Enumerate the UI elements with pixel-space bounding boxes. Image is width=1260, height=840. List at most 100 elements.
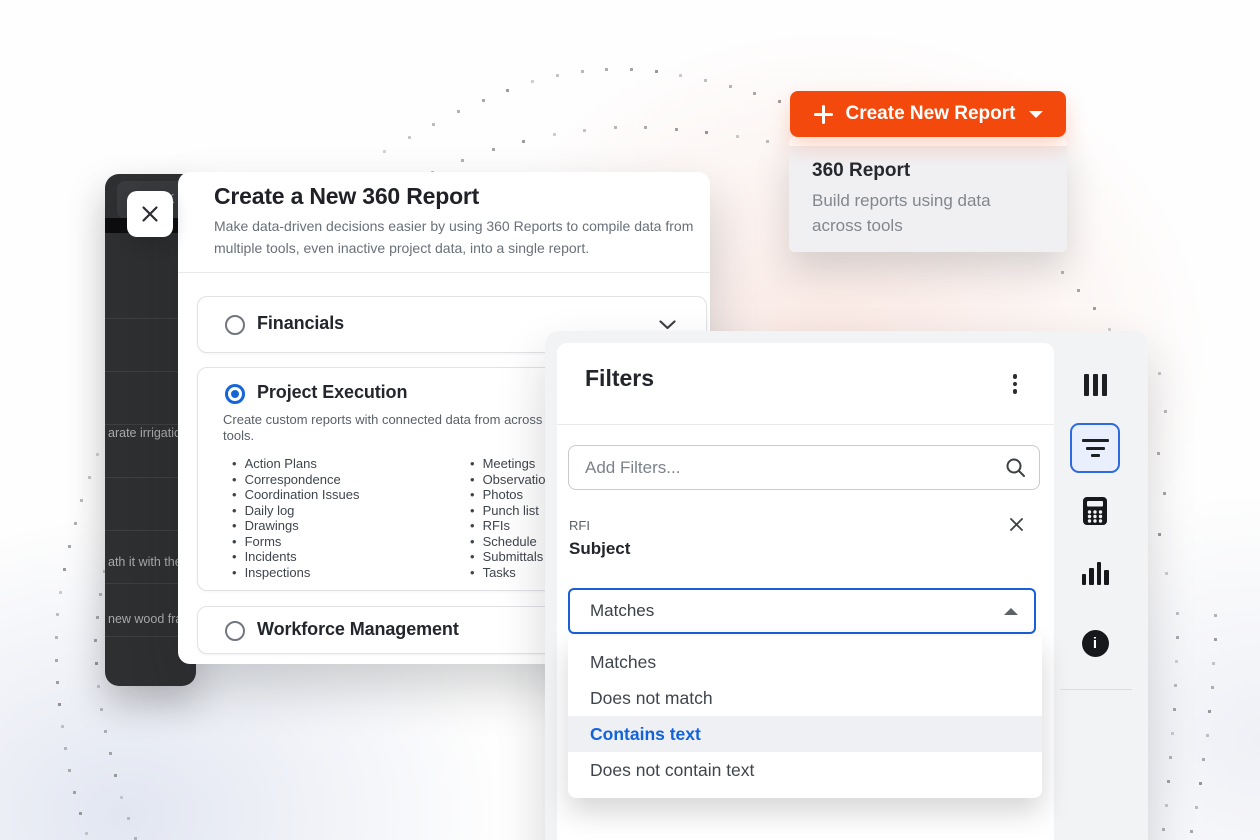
dot xyxy=(1214,614,1217,617)
dot xyxy=(736,135,739,138)
workforce-label: Workforce Management xyxy=(257,619,459,640)
menu-item-description: Build reports using data across tools xyxy=(812,188,1037,238)
dot xyxy=(705,131,708,134)
create-new-report-label: Create New Report xyxy=(846,103,1016,125)
dot xyxy=(120,796,123,799)
modal-title: Create a New 360 Report xyxy=(214,183,479,210)
create-new-report-button[interactable]: Create New Report xyxy=(790,91,1066,137)
list-item: Action Plans xyxy=(232,457,359,470)
dot xyxy=(59,591,62,594)
dot xyxy=(109,752,112,755)
close-icon xyxy=(141,205,159,223)
operator-option-does-not-match[interactable]: Does not match xyxy=(568,680,1042,716)
dot xyxy=(583,129,586,132)
remove-filter-icon[interactable] xyxy=(1007,515,1026,537)
filter-icon[interactable] xyxy=(1071,424,1119,472)
dot xyxy=(457,110,460,113)
dot xyxy=(56,681,59,684)
bar-chart-icon[interactable] xyxy=(1071,549,1119,597)
dot xyxy=(1061,271,1064,274)
dot xyxy=(55,636,58,639)
dot xyxy=(1199,782,1202,785)
dot xyxy=(506,89,509,92)
dot xyxy=(605,68,608,71)
search-icon[interactable] xyxy=(1005,457,1027,479)
strip-divider xyxy=(1060,689,1132,690)
operator-select[interactable]: Matches xyxy=(568,588,1036,634)
dot xyxy=(1077,289,1080,292)
kebab-menu-icon[interactable] xyxy=(1005,368,1025,400)
operator-selected-value: Matches xyxy=(590,601,654,621)
operator-dropdown-menu: Matches Does not match Contains text Doe… xyxy=(568,636,1042,798)
dot xyxy=(1190,830,1193,833)
dot xyxy=(655,70,658,73)
operator-option-contains-text[interactable]: Contains text xyxy=(568,716,1042,752)
calculator-icon[interactable] xyxy=(1071,487,1119,535)
dot xyxy=(58,703,61,706)
operator-option-matches[interactable]: Matches xyxy=(568,644,1042,680)
dot xyxy=(88,476,91,479)
dot xyxy=(1211,686,1214,689)
chevron-down-icon[interactable] xyxy=(659,320,676,330)
dot xyxy=(1158,533,1161,536)
dot xyxy=(1206,734,1209,737)
list-item: Inspections xyxy=(232,566,359,579)
dot xyxy=(1158,372,1161,375)
project-execution-radio[interactable] xyxy=(225,384,245,404)
dot xyxy=(1163,492,1166,495)
dot xyxy=(778,100,781,103)
add-filters-input[interactable] xyxy=(568,445,1040,490)
filters-card: Filters RFI Subject Matches Matches Does… xyxy=(557,343,1054,840)
dot xyxy=(1169,756,1172,759)
caret-up-icon xyxy=(1004,608,1018,615)
dot xyxy=(1214,638,1217,641)
dot xyxy=(1212,662,1215,665)
dot xyxy=(56,613,59,616)
dot xyxy=(100,708,103,711)
financials-radio[interactable] xyxy=(225,315,245,335)
dot xyxy=(704,79,707,82)
dot xyxy=(675,128,678,131)
dot xyxy=(95,662,98,665)
caret-down-icon xyxy=(1029,111,1043,118)
dot xyxy=(73,791,76,794)
menu-item-title: 360 Report xyxy=(812,160,1067,182)
filters-title: Filters xyxy=(585,365,654,392)
filter-field-label: Subject xyxy=(569,539,630,559)
dot xyxy=(383,150,386,153)
modal-header-divider xyxy=(178,272,710,273)
dot xyxy=(1173,708,1176,711)
dot xyxy=(104,730,107,733)
filters-header-divider xyxy=(557,424,1054,425)
modal-description: Make data-driven decisions easier by usi… xyxy=(214,216,696,259)
dot xyxy=(1195,806,1198,809)
dot xyxy=(581,70,584,73)
dot xyxy=(127,817,130,820)
dot xyxy=(614,126,617,129)
operator-option-does-not-contain-text[interactable]: Does not contain text xyxy=(568,752,1042,788)
create-report-menu: 360 Report Build reports using data acro… xyxy=(789,137,1067,252)
modal-close-button[interactable] xyxy=(127,191,173,237)
dot xyxy=(1176,636,1179,639)
dot xyxy=(55,659,58,662)
dot xyxy=(553,133,556,136)
dot xyxy=(99,593,102,596)
dot xyxy=(1176,612,1179,615)
dot xyxy=(461,159,464,162)
dot xyxy=(1174,684,1177,687)
dot xyxy=(753,92,756,95)
dot xyxy=(68,545,71,548)
financials-label: Financials xyxy=(257,313,344,334)
list-item: Correspondence xyxy=(232,473,359,486)
dot xyxy=(729,85,732,88)
workforce-radio[interactable] xyxy=(225,621,245,641)
dot xyxy=(1165,804,1168,807)
filters-panel: Filters RFI Subject Matches Matches Does… xyxy=(545,331,1148,840)
dot xyxy=(114,774,117,777)
info-icon[interactable]: i xyxy=(1071,619,1119,667)
filter-tool-label: RFI xyxy=(569,518,590,533)
dot xyxy=(68,769,71,772)
menu-item-360-report[interactable]: 360 Report Build reports using data acro… xyxy=(789,146,1067,252)
columns-icon[interactable] xyxy=(1071,361,1119,409)
dot xyxy=(1165,572,1168,575)
